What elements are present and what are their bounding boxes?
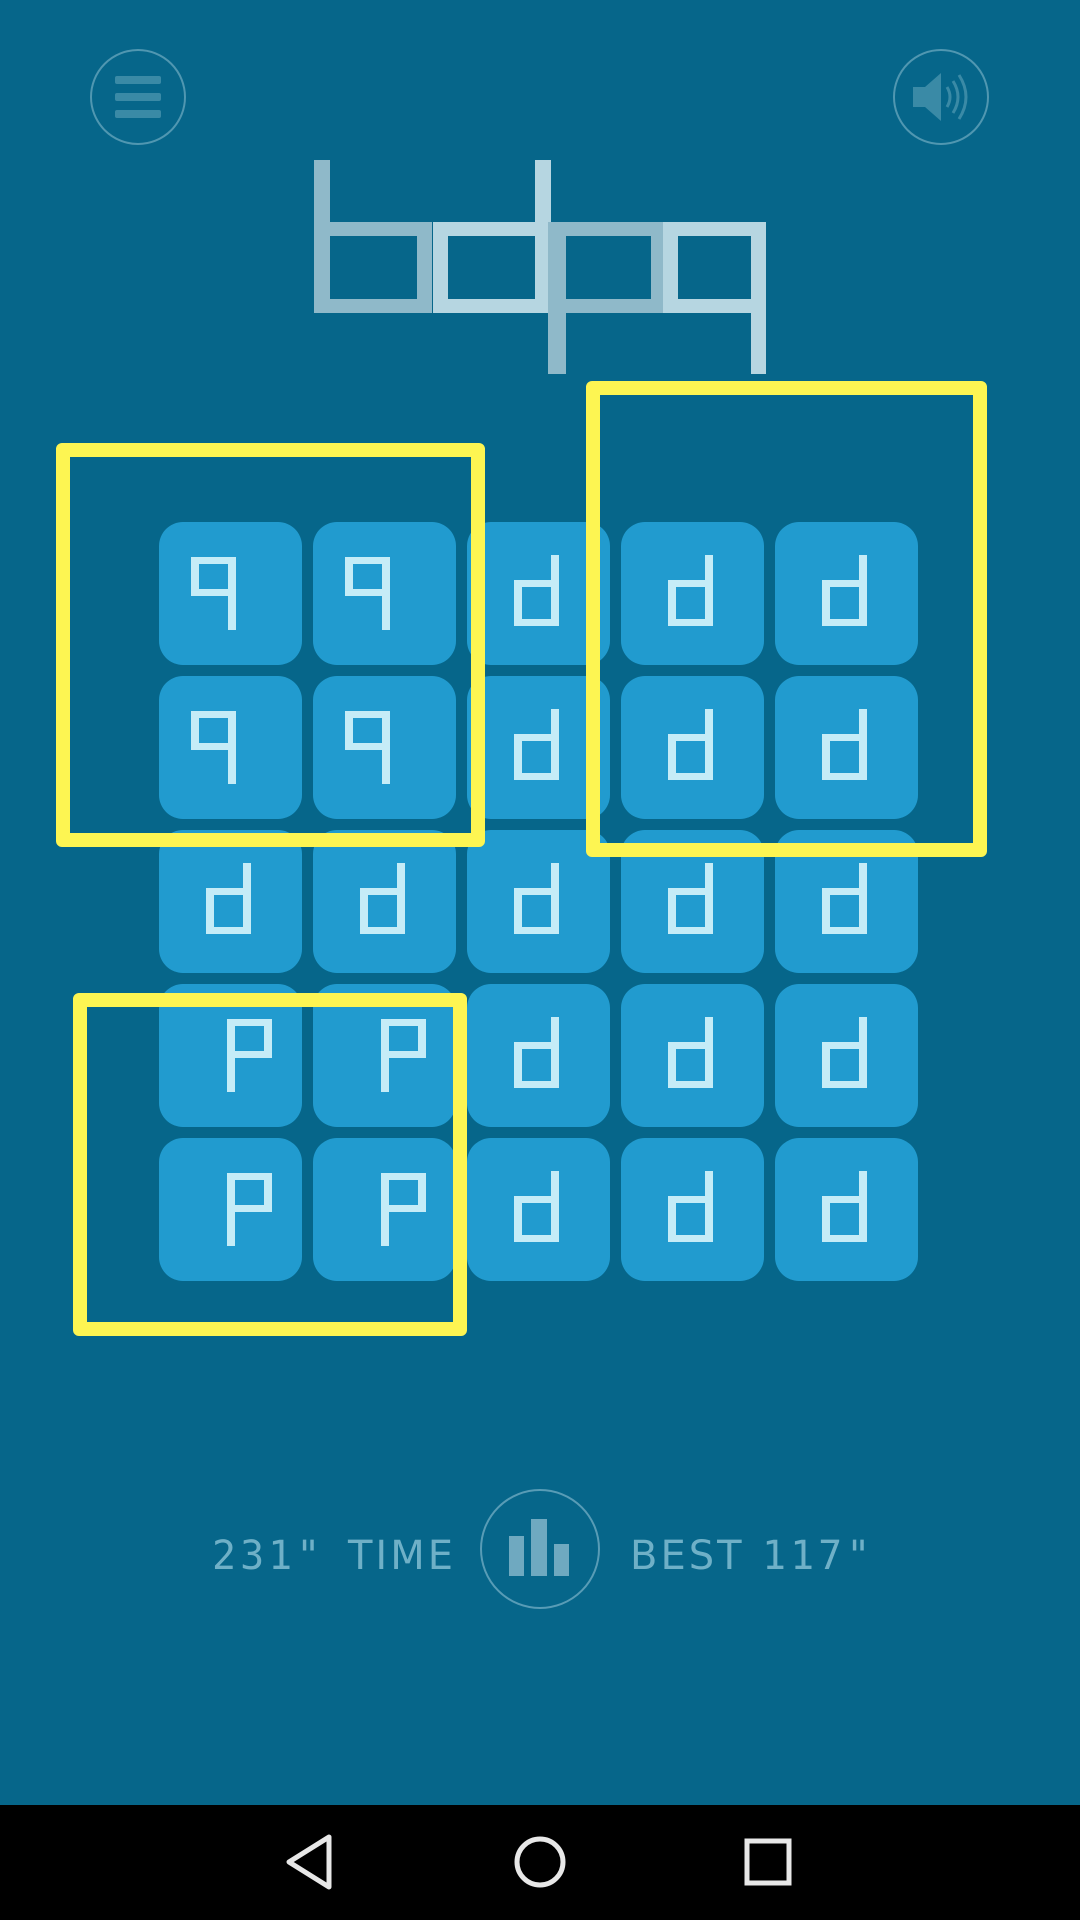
tile-glyph-d — [668, 1017, 713, 1088]
tile-glyph-d — [514, 1017, 559, 1088]
system-navigation-bar — [0, 1805, 1080, 1920]
tile-d[interactable] — [159, 830, 302, 973]
sound-toggle-button[interactable] — [893, 49, 989, 145]
tile-glyph-d — [668, 1171, 713, 1242]
back-triangle-icon[interactable] — [275, 1827, 345, 1897]
game-screen: bdpq 231" TIME — [0, 0, 1080, 1805]
title-letter-p — [548, 222, 666, 374]
tile-glyph-d — [206, 863, 251, 934]
highlight-box-p-group — [73, 993, 467, 1336]
tile-d[interactable] — [467, 984, 610, 1127]
game-title-logo: bdpq — [314, 160, 766, 374]
tile-d[interactable] — [775, 984, 918, 1127]
speaker-on-icon — [913, 73, 968, 121]
tile-glyph-d — [822, 1017, 867, 1088]
tile-d[interactable] — [775, 1138, 918, 1281]
home-circle-icon[interactable] — [505, 1827, 575, 1897]
stats-button[interactable] — [480, 1489, 600, 1609]
tile-d[interactable] — [621, 1138, 764, 1281]
tile-d[interactable] — [621, 984, 764, 1127]
current-time: 231" — [212, 1533, 325, 1579]
recents-square-icon[interactable] — [733, 1827, 803, 1897]
title-letter-d — [433, 160, 551, 313]
best-label: BEST — [630, 1533, 745, 1579]
highlight-box-d-group — [586, 381, 987, 857]
tile-glyph-d — [514, 1171, 559, 1242]
title-letter-b — [314, 160, 432, 313]
highlight-box-q-group — [56, 443, 485, 847]
tile-d[interactable] — [313, 830, 456, 973]
bar-chart-icon — [509, 1519, 569, 1576]
tile-glyph-d — [822, 1171, 867, 1242]
best-time: 117" — [762, 1533, 875, 1579]
hamburger-icon — [115, 76, 161, 118]
menu-button[interactable] — [90, 49, 186, 145]
title-letter-q — [663, 222, 766, 374]
tile-glyph-d — [360, 863, 405, 934]
tile-d[interactable] — [467, 1138, 610, 1281]
time-label: TIME — [348, 1533, 457, 1579]
